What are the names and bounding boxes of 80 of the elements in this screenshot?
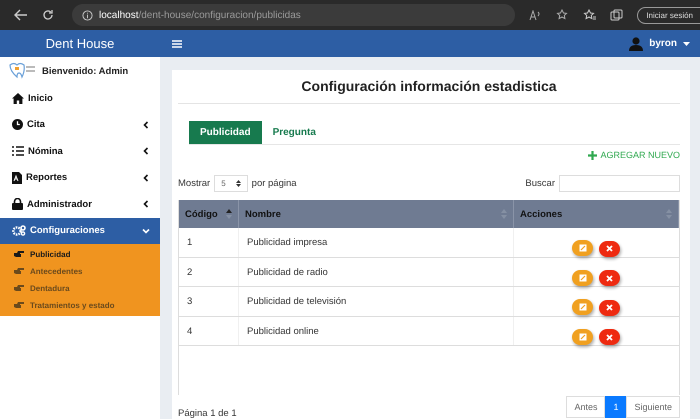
delete-button[interactable] (599, 329, 620, 345)
tab[interactable]: Pregunta (262, 121, 327, 144)
user-menu[interactable]: byron (629, 36, 690, 50)
read-aloud-icon[interactable] (529, 10, 542, 20)
delete-button[interactable] (599, 300, 620, 316)
list-icon (12, 146, 24, 156)
sort-ascending-icon (226, 209, 232, 219)
table-cell: Publicidad online (238, 316, 514, 346)
table-cell: 1 (179, 228, 238, 257)
table-cell: 3 (179, 286, 238, 316)
chevron-left-icon (142, 200, 150, 208)
pointing-hand-icon (14, 268, 25, 275)
sidebar-item[interactable]: Configuraciones (0, 218, 160, 244)
search-label: Buscar (525, 178, 555, 189)
collections-icon[interactable] (610, 9, 624, 21)
per-page-label: por página (252, 178, 297, 189)
address-bar[interactable]: localhost/dent-house/configuracion/publicidas (72, 4, 516, 26)
submenu-item[interactable]: Dentadura (0, 280, 160, 297)
delete-button[interactable] (599, 240, 620, 256)
reload-icon[interactable] (42, 9, 54, 21)
table-cell: 2 (179, 257, 238, 286)
add-new-button[interactable]: AGREGAR NUEVO (588, 150, 680, 160)
search-field[interactable] (559, 175, 680, 192)
welcome-text: Bienvenido: Admin (42, 66, 128, 76)
page-title: Configuración información estadistica (178, 70, 680, 104)
back-icon[interactable] (14, 9, 28, 21)
close-icon (606, 334, 614, 340)
pointing-hand-icon (14, 302, 25, 309)
lock-icon (12, 198, 23, 210)
close-icon (606, 304, 614, 311)
tooth-logo-icon (8, 62, 36, 80)
plus-icon (588, 150, 598, 160)
submenu-item[interactable]: Publicidad (0, 246, 160, 263)
pagination-button[interactable]: Antes (566, 396, 606, 418)
chevron-left-icon (142, 120, 150, 129)
edit-icon (578, 303, 587, 311)
user-icon (629, 36, 644, 50)
edit-icon (578, 274, 587, 282)
caret-down-icon (683, 42, 690, 46)
clock-icon (12, 119, 23, 130)
table-cell: Publicidad de televisión (238, 286, 514, 316)
chevron-left-icon (142, 174, 150, 182)
sidebar-item[interactable]: Nómina (0, 138, 160, 164)
table-cell: Publicidad de radio (238, 257, 514, 286)
info-icon (82, 10, 93, 20)
star-add-icon[interactable] (556, 9, 570, 21)
pointing-hand-icon (14, 285, 25, 292)
favorites-icon[interactable] (583, 9, 596, 21)
column-header[interactable]: Nombre (238, 200, 514, 228)
column-header[interactable]: Código (179, 200, 238, 228)
chevron-left-icon (142, 147, 150, 156)
edit-icon (578, 332, 587, 340)
edit-icon (578, 244, 587, 252)
show-label: Mostrar (178, 178, 210, 189)
close-icon (606, 245, 614, 252)
page-info: Página 1 de 1 (178, 408, 237, 419)
sort-arrows-icon (236, 180, 241, 187)
sign-in-button[interactable]: Iniciar sesión (637, 6, 700, 24)
sidebar-item[interactable]: Reportes (0, 164, 160, 191)
sidebar-item[interactable]: Administrador (0, 191, 160, 218)
delete-button[interactable] (599, 270, 620, 286)
document-icon (12, 172, 22, 184)
gears-icon (12, 225, 26, 236)
sidebar-item[interactable]: Cita (0, 112, 160, 138)
column-header[interactable]: Acciones (514, 200, 678, 228)
submenu-item[interactable]: Antecedentes (0, 263, 160, 280)
sidebar-item[interactable]: Inicio (0, 85, 160, 112)
menu-icon[interactable] (172, 40, 182, 48)
submenu-item[interactable]: Tratamientos y estado (0, 297, 160, 314)
pagination-button[interactable]: Siguiente (626, 396, 680, 418)
chevron-down-icon (142, 226, 150, 235)
brand-title[interactable]: Dent House (0, 30, 160, 57)
table-cell: 4 (179, 316, 238, 346)
close-icon (606, 274, 614, 282)
home-icon (12, 92, 24, 104)
table-cell: Publicidad impresa (238, 228, 514, 257)
page-size-select[interactable]: 5 (214, 175, 248, 192)
tab[interactable]: Publicidad (189, 121, 262, 144)
pointing-hand-icon (14, 251, 25, 258)
pagination-button[interactable]: 1 (605, 396, 626, 418)
